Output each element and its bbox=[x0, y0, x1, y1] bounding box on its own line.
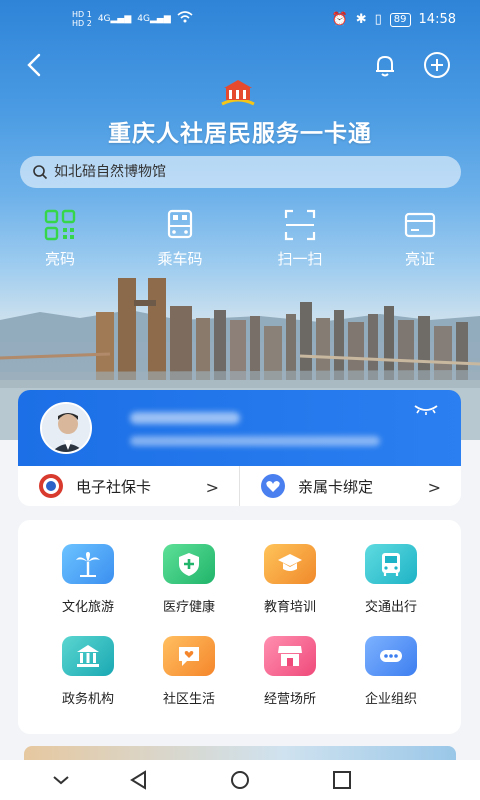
app-logo bbox=[218, 78, 258, 106]
signal-icon: 4G▂▄▆ bbox=[137, 14, 171, 24]
square-recents-icon bbox=[333, 771, 351, 789]
signal-icon: 4G▂▄▆ bbox=[97, 14, 132, 24]
service-tile bbox=[163, 544, 215, 584]
service-medical-health[interactable]: 医疗健康 bbox=[139, 544, 239, 615]
chevron-right-icon: > bbox=[427, 478, 441, 497]
card-icon bbox=[404, 212, 436, 238]
chat-heart-icon bbox=[179, 647, 199, 666]
card-links: 电子社保卡 > 亲属卡绑定 > bbox=[18, 466, 461, 506]
palm-tree-icon bbox=[76, 552, 100, 577]
service-tile bbox=[62, 636, 114, 676]
battery-icon: 89 bbox=[389, 12, 411, 27]
more-icon bbox=[380, 650, 402, 662]
service-government-agencies[interactable]: 政务机构 bbox=[38, 636, 138, 707]
back-button[interactable] bbox=[20, 50, 50, 80]
medical-shield-icon bbox=[179, 553, 199, 576]
service-label: 教育培训 bbox=[263, 600, 316, 615]
service-tile bbox=[365, 636, 417, 676]
graduation-cap-icon bbox=[278, 554, 302, 571]
eye-closed-icon bbox=[414, 405, 438, 415]
bus-icon bbox=[382, 553, 400, 576]
nav-collapse-button[interactable] bbox=[48, 768, 74, 792]
service-label: 医疗健康 bbox=[162, 600, 215, 615]
store-icon bbox=[278, 646, 302, 666]
heart-icon bbox=[261, 474, 285, 498]
service-label: 企业组织 bbox=[364, 692, 417, 707]
network-type-1: 4G bbox=[97, 14, 111, 24]
service-business-premises[interactable]: 经营场所 bbox=[240, 636, 340, 707]
service-transportation[interactable]: 交通出行 bbox=[341, 544, 441, 615]
network-type-2: 4G bbox=[137, 14, 150, 24]
quick-action-show-card[interactable]: 亮证 bbox=[360, 208, 480, 269]
service-community-life[interactable]: 社区生活 bbox=[139, 636, 239, 707]
wifi-icon bbox=[177, 11, 193, 27]
quick-action-bus-code[interactable]: 乘车码 bbox=[120, 208, 240, 269]
search-icon bbox=[33, 165, 48, 180]
system-navigation-bar bbox=[0, 760, 480, 800]
scan-icon bbox=[284, 209, 316, 241]
service-culture-tourism[interactable]: 文化旅游 bbox=[38, 544, 138, 615]
quick-action-label: 乘车码 bbox=[157, 250, 203, 268]
service-tile bbox=[62, 544, 114, 584]
avatar bbox=[40, 402, 92, 454]
nav-home-button[interactable] bbox=[227, 768, 253, 792]
service-label: 政务机构 bbox=[61, 692, 114, 707]
social-security-card[interactable] bbox=[18, 390, 461, 466]
quick-actions: 亮码 乘车码 扫一扫 亮证 bbox=[0, 208, 480, 269]
qr-code-icon bbox=[44, 209, 76, 241]
chevron-down-icon bbox=[53, 776, 69, 785]
status-bar: HD 1 HD 2 4G▂▄▆ 4G▂▄▆ ⏰ ✱ ▯ 89 14:58 bbox=[0, 0, 480, 40]
alarm-icon: ⏰ bbox=[331, 12, 348, 27]
plus-circle-icon bbox=[424, 52, 450, 78]
clock: 14:58 bbox=[418, 12, 456, 27]
nav-back-button[interactable] bbox=[126, 768, 152, 792]
bell-icon bbox=[376, 55, 394, 77]
service-tile bbox=[163, 636, 215, 676]
quick-action-scan[interactable]: 扫一扫 bbox=[240, 208, 360, 269]
family-card-binding-link[interactable]: 亲属卡绑定 > bbox=[239, 466, 461, 506]
card-link-label: 亲属卡绑定 bbox=[298, 477, 374, 496]
service-enterprise-organization[interactable]: 企业组织 bbox=[341, 636, 441, 707]
service-label: 经营场所 bbox=[263, 692, 316, 707]
e-social-security-card-link[interactable]: 电子社保卡 > bbox=[18, 466, 239, 506]
bluetooth-icon: ✱ bbox=[355, 12, 367, 27]
bus-code-icon bbox=[167, 209, 193, 239]
nav-recents-button[interactable] bbox=[329, 768, 355, 792]
search-input[interactable] bbox=[54, 164, 434, 180]
sim2-label: HD 2 bbox=[72, 19, 92, 28]
notification-button[interactable] bbox=[370, 50, 400, 80]
circle-home-icon bbox=[231, 771, 249, 789]
masked-card-number bbox=[130, 436, 380, 446]
quick-action-label: 亮码 bbox=[44, 250, 75, 268]
vibrate-icon: ▯ bbox=[374, 12, 382, 27]
masked-name bbox=[130, 412, 240, 424]
quick-action-show-code[interactable]: 亮码 bbox=[0, 208, 120, 269]
toggle-visibility-button[interactable] bbox=[413, 402, 439, 418]
sim1-label: HD 1 bbox=[72, 10, 92, 19]
service-label: 社区生活 bbox=[162, 692, 215, 707]
government-building-icon bbox=[77, 645, 99, 667]
search-bar[interactable] bbox=[20, 156, 461, 188]
quick-action-label: 扫一扫 bbox=[277, 250, 323, 268]
service-tile bbox=[264, 636, 316, 676]
add-button[interactable] bbox=[422, 50, 452, 80]
service-tile bbox=[365, 544, 417, 584]
card-link-label: 电子社保卡 bbox=[76, 477, 152, 496]
back-arrow-icon bbox=[27, 53, 41, 77]
quick-action-label: 亮证 bbox=[404, 250, 435, 268]
service-tile bbox=[264, 544, 316, 584]
social-security-emblem-icon bbox=[39, 474, 63, 498]
service-education-training[interactable]: 教育培训 bbox=[240, 544, 340, 615]
triangle-back-icon bbox=[130, 770, 146, 790]
service-label: 交通出行 bbox=[364, 600, 417, 615]
page-title: 重庆人社居民服务一卡通 bbox=[108, 121, 372, 147]
services-grid: 文化旅游 医疗健康 教育培训 交通出行 政务机构 社区生活 经营场所 企业组织 bbox=[18, 520, 461, 734]
service-label: 文化旅游 bbox=[61, 600, 114, 615]
sim-indicator: HD 1 HD 2 bbox=[72, 10, 92, 28]
chevron-right-icon: > bbox=[205, 478, 219, 497]
